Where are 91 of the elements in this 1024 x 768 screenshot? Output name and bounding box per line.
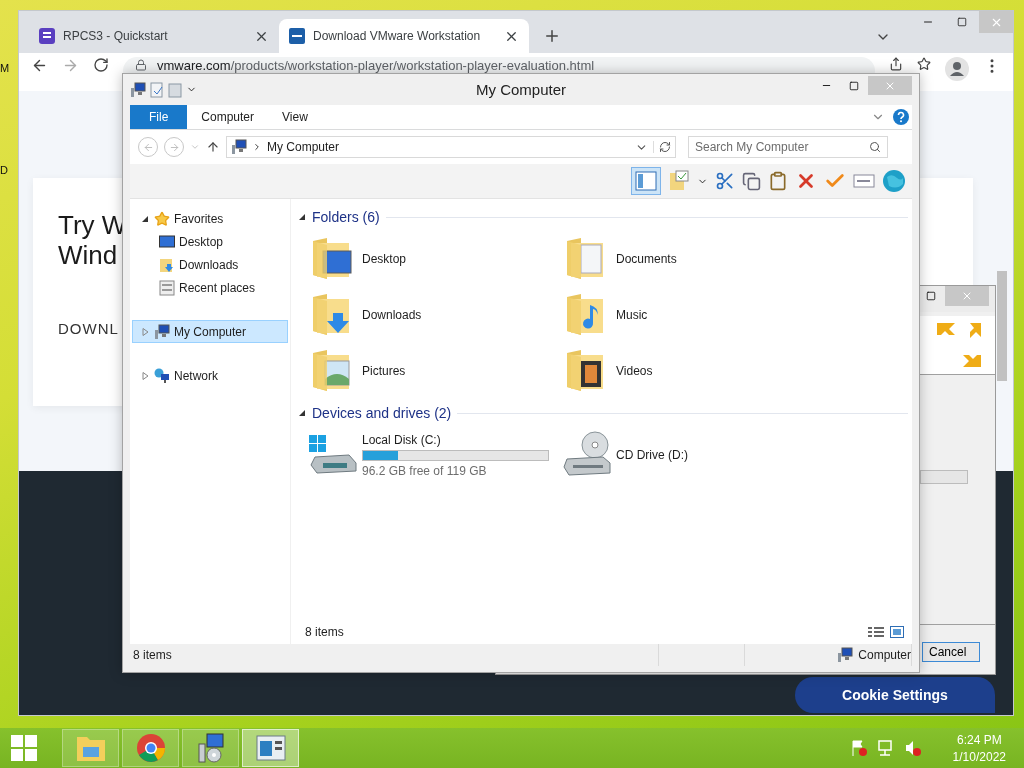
folder-properties-icon[interactable] xyxy=(668,170,690,192)
details-view-icon[interactable] xyxy=(868,626,884,638)
cut-icon[interactable] xyxy=(715,171,735,191)
group-header[interactable]: Devices and drives (2) xyxy=(312,405,452,421)
back-arrow-icon xyxy=(142,141,154,153)
cookie-settings-button[interactable]: Cookie Settings xyxy=(795,677,995,713)
share-icon[interactable] xyxy=(889,57,903,71)
computer-icon xyxy=(837,647,854,663)
forward-arrow-icon xyxy=(168,141,180,153)
lock-icon xyxy=(135,59,147,71)
nav-item[interactable]: Recent places xyxy=(132,276,288,299)
folder-name[interactable]: Documents xyxy=(616,252,677,266)
collapse-arrow-icon[interactable] xyxy=(142,214,149,223)
window-icon xyxy=(255,735,286,761)
folder-name[interactable]: Videos xyxy=(616,364,653,378)
cd-drive-icon xyxy=(563,431,611,479)
network-icon xyxy=(154,367,170,384)
recent-places-icon xyxy=(159,279,175,296)
computer-icon xyxy=(154,323,170,340)
ribbon-tab[interactable]: View xyxy=(268,105,322,129)
computer-icon xyxy=(130,81,146,98)
taskbar-button[interactable] xyxy=(242,729,299,767)
status-item-count: 8 items xyxy=(133,648,172,662)
maximize-icon xyxy=(849,80,859,91)
search-icon xyxy=(869,141,881,153)
windows-logo-icon xyxy=(11,735,37,761)
hard-drive-icon xyxy=(309,435,357,475)
profile-avatar-icon[interactable] xyxy=(945,57,969,81)
large-icons-view-icon[interactable] xyxy=(890,626,904,638)
up-icon[interactable] xyxy=(206,140,220,154)
folder-name[interactable]: Music xyxy=(616,308,648,322)
nav-item[interactable]: Network xyxy=(132,364,288,387)
chrome-icon xyxy=(135,733,166,763)
desktop-icon-label: M xyxy=(0,62,10,74)
browser-tab[interactable]: Download VMware Workstation xyxy=(279,19,529,53)
globe-icon[interactable] xyxy=(882,169,906,193)
browser-tab[interactable]: RPCS3 - Quickstart xyxy=(29,19,279,53)
folder-name[interactable]: Pictures xyxy=(362,364,406,378)
new-tab-icon[interactable] xyxy=(543,27,561,45)
free-space: 96.2 GB free of 119 GB xyxy=(362,463,488,478)
address-field[interactable]: My Computer xyxy=(226,136,676,158)
collapse-arrow-icon[interactable] xyxy=(299,213,306,221)
scrollbar-thumb[interactable] xyxy=(997,271,1007,381)
bookmark-icon[interactable] xyxy=(917,57,931,71)
downloads-folder-icon xyxy=(159,256,175,273)
download-link[interactable]: DOWNL xyxy=(58,320,119,337)
reload-icon[interactable] xyxy=(93,57,109,73)
item-count: 8 items xyxy=(305,625,344,639)
help-icon[interactable] xyxy=(893,109,909,125)
ribbon-tab[interactable]: Computer xyxy=(187,105,269,129)
nav-item[interactable]: Favorites xyxy=(132,207,288,230)
refresh-icon[interactable] xyxy=(653,141,671,153)
folder-name[interactable]: Downloads xyxy=(362,308,422,322)
desktop-icon-label: D xyxy=(0,164,8,176)
page-heading: Wind xyxy=(58,240,118,270)
flag-alert-icon[interactable] xyxy=(849,739,868,757)
close-icon xyxy=(961,290,973,302)
expand-arrow-icon[interactable] xyxy=(142,371,149,380)
breadcrumb-separator-icon xyxy=(252,142,262,152)
site-favicon-icon xyxy=(289,28,305,44)
muted-speaker-icon[interactable] xyxy=(903,739,922,757)
ribbon-tab[interactable]: File xyxy=(130,105,188,129)
collapse-arrow-icon[interactable] xyxy=(299,409,306,417)
group-header[interactable]: Folders (6) xyxy=(312,209,380,225)
expand-arrow-icon[interactable] xyxy=(142,327,149,336)
star-icon xyxy=(154,210,170,227)
logo-icon xyxy=(935,321,983,369)
network-status-icon[interactable] xyxy=(876,739,895,757)
preview-pane-icon xyxy=(635,171,657,191)
nav-item[interactable]: Downloads xyxy=(132,253,288,276)
nav-item[interactable]: My Computer xyxy=(132,320,288,343)
properties-icon[interactable] xyxy=(150,81,164,98)
cancel-button[interactable]: Cancel xyxy=(922,642,980,662)
search-box[interactable]: Search My Computer xyxy=(688,136,888,158)
drive-name[interactable]: CD Drive (D:) xyxy=(616,448,688,462)
maximize-icon xyxy=(926,290,936,301)
computer-icon xyxy=(231,139,247,155)
status-location: Computer xyxy=(858,648,911,662)
folder-name[interactable]: Desktop xyxy=(362,252,407,266)
preview-pane-button[interactable] xyxy=(631,167,661,195)
app-favicon-icon xyxy=(39,28,55,44)
paste-icon[interactable] xyxy=(768,171,788,191)
maximize-icon xyxy=(957,17,967,27)
taskbar-button[interactable] xyxy=(122,729,179,767)
copy-icon[interactable] xyxy=(742,171,761,191)
nav-item[interactable]: Desktop xyxy=(132,230,288,253)
forward-icon[interactable] xyxy=(62,57,79,74)
drive-name[interactable]: Local Disk (C:) xyxy=(362,432,549,447)
back-icon[interactable] xyxy=(31,57,48,74)
taskbar-button[interactable] xyxy=(182,729,239,767)
desktop-icon xyxy=(159,234,175,249)
